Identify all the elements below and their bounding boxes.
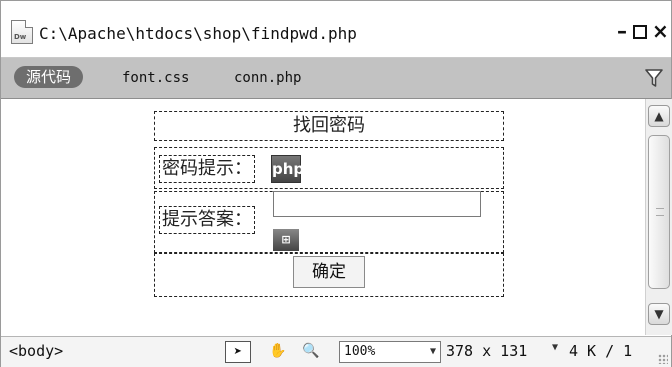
page-heading: 找回密码 (293, 115, 365, 136)
scroll-down-icon[interactable]: ▼ (648, 303, 670, 325)
submit-button[interactable]: 确定 (293, 256, 365, 288)
maximize-button[interactable] (633, 25, 647, 39)
hand-tool-icon[interactable]: ✋ (265, 341, 291, 363)
close-button[interactable]: × (652, 19, 669, 43)
zoom-tool-icon[interactable]: 🔍 (298, 341, 324, 363)
document-window: Dw C:\Apache\htdocs\shop\findpwd.php – ×… (0, 0, 672, 367)
chevron-down-icon: ▼ (551, 342, 558, 353)
tab-source-code[interactable]: 源代码 (14, 66, 84, 88)
minimize-button[interactable]: – (617, 19, 627, 43)
tag-selector[interactable]: <body> (9, 342, 63, 360)
dreamweaver-doc-icon: Dw (11, 20, 33, 44)
vertical-scrollbar[interactable]: ▲ ▼ (645, 99, 672, 335)
window-size-select[interactable]: 378 x 131 ▼ (446, 342, 562, 364)
file-size-readout: 4 K / 1 (569, 342, 633, 360)
resize-grip-icon[interactable] (658, 354, 668, 364)
filter-icon[interactable] (644, 67, 664, 89)
related-files-bar: 源代码 font.css conn.php (1, 58, 671, 99)
scroll-thumb[interactable] (648, 135, 670, 289)
pointer-tool-icon[interactable]: ➤ (225, 341, 251, 363)
window-size-value: 378 x 131 (446, 342, 528, 360)
hint-answer-field[interactable] (273, 191, 481, 217)
window-title: C:\Apache\htdocs\shop\findpwd.php (39, 24, 357, 43)
status-bar: <body> ➤ ✋ 🔍 100% ▼ 378 x 131 ▼ 4 K / 1 (1, 336, 671, 367)
zoom-value: 100% (344, 344, 376, 359)
hint-answer-label: 提示答案： (159, 206, 255, 234)
design-view[interactable]: 找回密码 密码提示： 提示答案： php ⊞ 确定 (1, 99, 645, 335)
password-hint-label: 密码提示： (159, 155, 255, 183)
page-heading-cell: 找回密码 (154, 111, 504, 141)
scroll-up-icon[interactable]: ▲ (648, 105, 670, 127)
zoom-select[interactable]: 100% ▼ (339, 341, 441, 363)
title-bar: Dw C:\Apache\htdocs\shop\findpwd.php – × (1, 1, 671, 58)
tab-conn-php[interactable]: conn.php (234, 70, 301, 86)
php-code-icon[interactable]: php (271, 155, 304, 183)
chevron-down-icon: ▼ (429, 346, 436, 357)
hidden-field-icon[interactable]: ⊞ (273, 229, 299, 251)
tab-font-css[interactable]: font.css (122, 70, 189, 86)
